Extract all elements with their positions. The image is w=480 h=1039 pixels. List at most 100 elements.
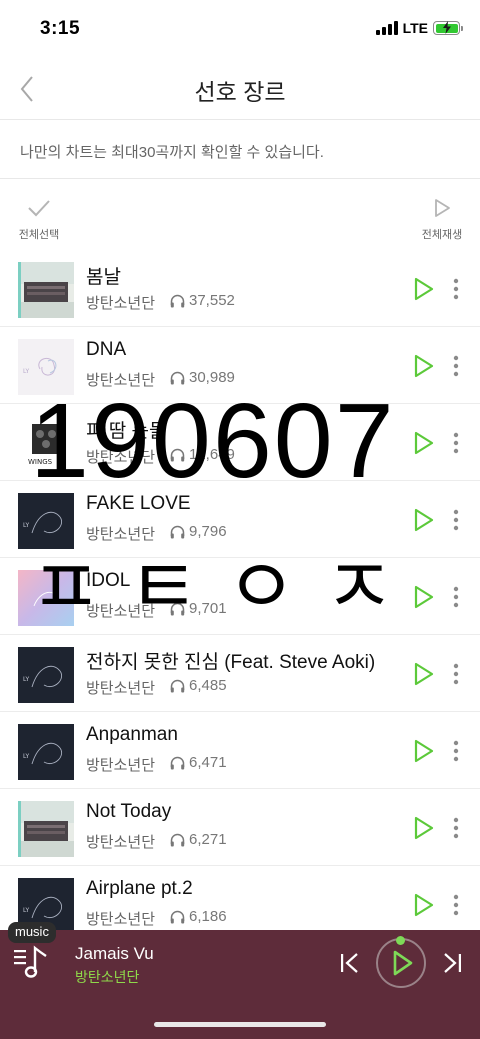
svg-text:LY: LY — [23, 368, 30, 375]
status-time: 3:15 — [40, 18, 81, 39]
song-row[interactable]: Not Today 방탄소년단 6,271 — [0, 789, 480, 866]
play-icon — [414, 508, 434, 532]
album-art-you-never-walk-alone — [18, 262, 74, 318]
more-vertical-icon — [453, 586, 459, 608]
headphones-icon — [170, 371, 185, 384]
song-more-button[interactable] — [446, 662, 466, 686]
song-row[interactable]: IDOL 방탄소년단 9,701 — [0, 558, 480, 635]
song-more-button[interactable] — [446, 508, 466, 532]
song-play-button[interactable] — [412, 892, 436, 918]
song-artist: 방탄소년단 — [86, 680, 156, 697]
skip-next-icon — [444, 953, 461, 973]
song-row[interactable]: LY Anpanman 방탄소년단 6,471 — [0, 712, 480, 789]
network-label: LTE — [402, 20, 428, 36]
song-title: 피 땀 눈물 — [86, 421, 167, 442]
more-vertical-icon — [453, 894, 459, 916]
skip-previous-icon — [341, 953, 358, 973]
song-title: DNA — [86, 339, 127, 360]
progress-indicator[interactable] — [396, 936, 405, 945]
play-count-value: 12,649 — [189, 446, 235, 463]
play-icon — [414, 893, 434, 917]
play-icon — [414, 662, 434, 686]
play-count: 37,552 — [170, 292, 235, 309]
checkmark-icon — [28, 200, 50, 217]
song-more-button[interactable] — [446, 893, 466, 917]
play-count: 9,796 — [170, 523, 227, 540]
play-count-value: 30,989 — [189, 369, 235, 386]
song-play-button[interactable] — [412, 507, 436, 533]
song-artist: 방탄소년단 — [86, 834, 156, 851]
song-play-button[interactable] — [412, 353, 436, 379]
svg-text:LY: LY — [23, 522, 30, 529]
song-row[interactable]: LY FAKE LOVE 방탄소년단 9,796 — [0, 481, 480, 558]
song-more-button[interactable] — [446, 739, 466, 763]
song-more-button[interactable] — [446, 354, 466, 378]
status-indicators: LTE — [375, 20, 463, 36]
play-all-button[interactable]: 전체재생 — [418, 198, 466, 242]
next-button[interactable] — [440, 950, 464, 976]
headphones-icon — [170, 602, 185, 615]
play-count-value: 6,471 — [189, 754, 227, 771]
more-vertical-icon — [453, 509, 459, 531]
play-icon — [414, 816, 434, 840]
play-all-label: 전체재생 — [421, 229, 463, 241]
song-artist: 방탄소년단 — [86, 449, 156, 466]
song-play-button[interactable] — [412, 815, 436, 841]
svg-text:LY: LY — [23, 753, 30, 760]
now-playing-title: Jamais Vu — [75, 944, 154, 963]
song-artist: 방탄소년단 — [86, 757, 156, 774]
song-artist: 방탄소년단 — [86, 295, 156, 312]
play-count-value: 9,701 — [189, 600, 227, 617]
page-title: 선호 장르 — [194, 79, 286, 105]
song-play-button[interactable] — [412, 661, 436, 687]
nav-header: 선호 장르 — [0, 58, 480, 120]
song-row[interactable]: LY DNA 방탄소년단 30,989 — [0, 327, 480, 404]
previous-button[interactable] — [338, 950, 362, 976]
playlist-button[interactable] — [12, 944, 52, 980]
select-all-button[interactable]: 전체선택 — [14, 198, 64, 242]
song-row[interactable]: WINGS 피 땀 눈물 방탄소년단 12,649 — [0, 404, 480, 481]
song-row[interactable]: 봄날 방탄소년단 37,552 — [0, 250, 480, 327]
album-art-you-never-walk-alone — [18, 801, 74, 857]
headphones-icon — [170, 294, 185, 307]
headphones-icon — [170, 525, 185, 538]
song-title: IDOL — [86, 570, 131, 591]
album-art-love-yourself-tear: LY — [18, 647, 74, 703]
now-playing-artist: 방탄소년단 — [75, 969, 140, 985]
song-more-button[interactable] — [446, 585, 466, 609]
song-play-button[interactable] — [412, 430, 436, 456]
album-art-wings: WINGS — [18, 416, 74, 472]
song-more-button[interactable] — [446, 277, 466, 301]
play-count: 9,701 — [170, 600, 227, 617]
song-artist: 방탄소년단 — [86, 526, 156, 543]
mini-player[interactable]: music Jamais Vu 방탄소년단 — [0, 922, 480, 1039]
album-art-love-yourself-answer — [18, 570, 74, 626]
song-more-button[interactable] — [446, 431, 466, 455]
more-vertical-icon — [453, 740, 459, 762]
play-icon — [393, 950, 413, 976]
music-tag: music — [8, 922, 56, 943]
song-play-button[interactable] — [412, 584, 436, 610]
play-icon — [414, 354, 434, 378]
play-count: 6,186 — [170, 908, 227, 925]
more-vertical-icon — [453, 278, 459, 300]
play-icon — [414, 277, 434, 301]
song-title: Anpanman — [86, 724, 178, 745]
status-bar: 3:15 LTE — [0, 0, 480, 58]
song-play-button[interactable] — [412, 276, 436, 302]
more-vertical-icon — [453, 355, 459, 377]
song-title: Not Today — [86, 801, 172, 822]
album-art-love-yourself-her: LY — [18, 339, 74, 395]
song-more-button[interactable] — [446, 816, 466, 840]
song-title: FAKE LOVE — [86, 493, 191, 514]
song-row[interactable]: LY 전하지 못한 진심 (Feat. Steve Aoki) 방탄소년단 6,… — [0, 635, 480, 712]
more-vertical-icon — [453, 432, 459, 454]
headphones-icon — [170, 756, 185, 769]
song-play-button[interactable] — [412, 738, 436, 764]
play-outline-icon — [435, 199, 450, 217]
play-count: 6,485 — [170, 677, 227, 694]
song-title: 전하지 못한 진심 (Feat. Steve Aoki) — [86, 652, 376, 673]
play-pause-button[interactable] — [376, 938, 426, 988]
playlist-music-icon — [14, 945, 47, 978]
more-vertical-icon — [453, 817, 459, 839]
